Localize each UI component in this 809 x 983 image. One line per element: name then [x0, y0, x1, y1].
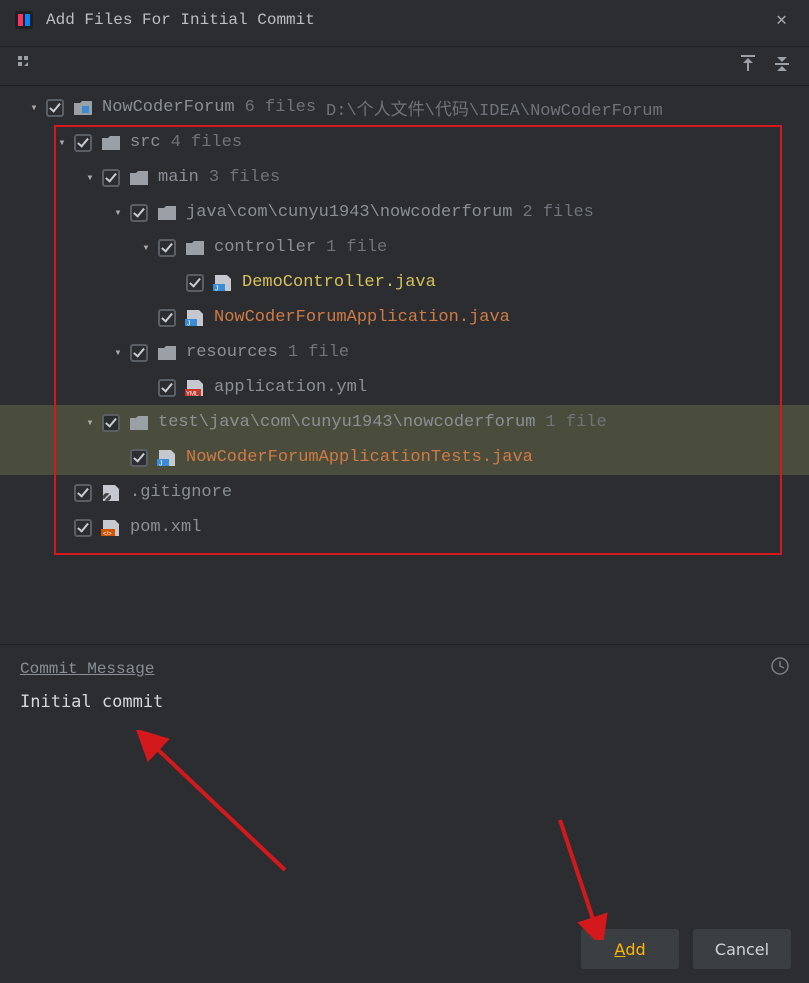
- node-extra: 1 file: [326, 238, 387, 257]
- folder-icon: [184, 239, 206, 257]
- node-extra: 1 file: [288, 343, 349, 362]
- svg-text:YML: YML: [186, 391, 199, 396]
- chevron-down-icon[interactable]: ▾: [138, 240, 154, 255]
- node-name: DemoController.java: [242, 273, 436, 292]
- folder-icon: [156, 204, 178, 222]
- title-bar: Add Files For Initial Commit ✕: [0, 0, 809, 40]
- checkbox[interactable]: [46, 99, 64, 117]
- folder-icon: [100, 134, 122, 152]
- node-extra: 6 files: [245, 98, 316, 117]
- file-tree: ▾ NowCoderForum 6 files D:\个人文件\代码\IDEA\…: [0, 86, 809, 644]
- checkbox[interactable]: [102, 169, 120, 187]
- checkbox[interactable]: [74, 134, 92, 152]
- checkbox[interactable]: [158, 239, 176, 257]
- checkbox[interactable]: [74, 484, 92, 502]
- yml-icon: YML: [184, 379, 206, 397]
- svg-text:J: J: [215, 285, 219, 291]
- chevron-down-icon[interactable]: ▾: [82, 170, 98, 185]
- chevron-down-icon[interactable]: ▾: [110, 345, 126, 360]
- checkbox[interactable]: [130, 344, 148, 362]
- tree-row[interactable]: ▾</>pom.xml: [0, 510, 809, 545]
- chevron-down-icon[interactable]: ▾: [54, 135, 70, 150]
- node-name: application.yml: [214, 378, 367, 397]
- app-icon: [14, 10, 34, 30]
- node-extra: 1 file: [545, 413, 606, 432]
- tree-row[interactable]: ▾JDemoController.java: [0, 265, 809, 300]
- svg-text:</>: </>: [103, 531, 112, 536]
- chevron-down-icon[interactable]: ▾: [26, 100, 42, 115]
- svg-text:J: J: [159, 460, 163, 466]
- tree-row[interactable]: ▾ src 4 files: [0, 125, 809, 160]
- toolbar: [0, 46, 809, 86]
- tree-row[interactable]: ▾.gitignore: [0, 475, 809, 510]
- node-extra: 4 files: [171, 133, 242, 152]
- tree-row-root[interactable]: ▾ NowCoderForum 6 files D:\个人文件\代码\IDEA\…: [0, 90, 809, 125]
- svg-text:J: J: [187, 320, 191, 326]
- tree-row[interactable]: ▾YMLapplication.yml: [0, 370, 809, 405]
- node-name: NowCoderForumApplicationTests.java: [186, 448, 533, 467]
- cancel-button[interactable]: Cancel: [693, 929, 791, 969]
- checkbox[interactable]: [130, 449, 148, 467]
- collapse-all-icon[interactable]: [773, 55, 791, 78]
- commit-message-input[interactable]: [20, 690, 789, 880]
- commit-header: Commit Message: [20, 657, 789, 680]
- node-path: D:\个人文件\代码\IDEA\NowCoderForum: [326, 95, 663, 121]
- checkbox[interactable]: [186, 274, 204, 292]
- tree-row[interactable]: ▾ test\java\com\cunyu1943\nowcoderforum 1 …: [0, 405, 809, 440]
- tree-row[interactable]: ▾JNowCoderForumApplicationTests.java: [0, 440, 809, 475]
- node-name: pom.xml: [130, 518, 201, 537]
- group-icon[interactable]: [18, 56, 34, 77]
- tree-row[interactable]: ▾ resources 1 file: [0, 335, 809, 370]
- node-name: NowCoderForum: [102, 98, 235, 117]
- node-name: main: [158, 168, 199, 187]
- checkbox[interactable]: [130, 204, 148, 222]
- node-name: java\com\cunyu1943\nowcoderforum: [186, 203, 512, 222]
- java-icon: J: [212, 274, 234, 292]
- tree-row[interactable]: ▾ java\com\cunyu1943\nowcoderforum 2 files: [0, 195, 809, 230]
- tree-row[interactable]: ▾ main 3 files: [0, 160, 809, 195]
- tree-row[interactable]: ▾JNowCoderForumApplication.java: [0, 300, 809, 335]
- chevron-down-icon[interactable]: ▾: [110, 205, 126, 220]
- node-name: NowCoderForumApplication.java: [214, 308, 510, 327]
- tree-row[interactable]: ▾ controller 1 file: [0, 230, 809, 265]
- add-button[interactable]: Add: [581, 929, 679, 969]
- folder-icon: [128, 169, 150, 187]
- checkbox[interactable]: [74, 519, 92, 537]
- node-name: test\java\com\cunyu1943\nowcoderforum: [158, 413, 535, 432]
- page-title: Add Files For Initial Commit: [46, 11, 768, 29]
- node-extra: 2 files: [522, 203, 593, 222]
- history-icon[interactable]: [771, 657, 789, 680]
- close-icon[interactable]: ✕: [768, 5, 795, 35]
- button-bar: Add Cancel: [581, 929, 791, 969]
- expand-all-icon[interactable]: [739, 55, 757, 78]
- node-name: src: [130, 133, 161, 152]
- node-extra: 3 files: [209, 168, 280, 187]
- chevron-down-icon[interactable]: ▾: [82, 415, 98, 430]
- checkbox[interactable]: [158, 309, 176, 327]
- commit-label: Commit Message: [20, 660, 154, 678]
- node-name: resources: [186, 343, 278, 362]
- java-icon: J: [184, 309, 206, 327]
- folder-icon: [156, 344, 178, 362]
- pom-icon: </>: [100, 519, 122, 537]
- folder-icon: [128, 414, 150, 432]
- gitignore-icon: [100, 484, 122, 502]
- commit-section: Commit Message: [0, 645, 809, 885]
- checkbox[interactable]: [102, 414, 120, 432]
- java-icon: J: [156, 449, 178, 467]
- node-name: .gitignore: [130, 483, 232, 502]
- module-icon: [72, 99, 94, 117]
- checkbox[interactable]: [158, 379, 176, 397]
- node-name: controller: [214, 238, 316, 257]
